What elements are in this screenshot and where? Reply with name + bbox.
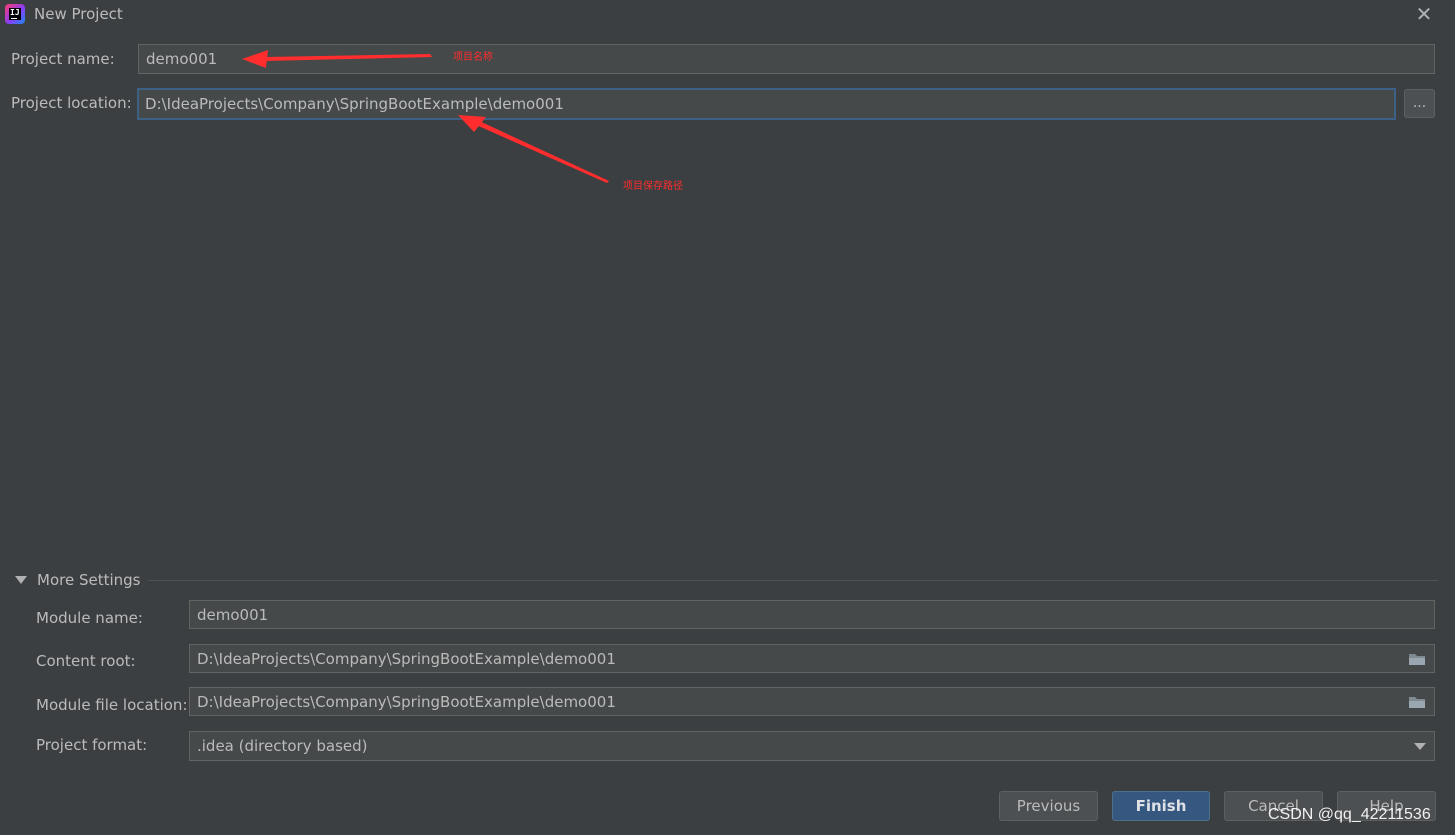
module-file-location-field[interactable]: D:\IdeaProjects\Company\SpringBootExampl… [189, 687, 1435, 716]
more-settings-divider [148, 580, 1438, 581]
content-root-label: Content root: [36, 652, 136, 670]
project-format-label: Project format: [36, 736, 148, 754]
previous-button[interactable]: Previous [999, 791, 1098, 821]
name-annotation-text: 项目名称 [453, 52, 493, 63]
module-name-label: Module name: [36, 609, 143, 627]
location-annotation-text: 项目保存路径 [623, 181, 683, 192]
location-annotation-arrow [458, 115, 609, 183]
more-settings-header[interactable]: More Settings [37, 571, 140, 589]
project-format-value: .idea (directory based) [197, 737, 368, 755]
name-annotation-arrow [242, 50, 432, 68]
module-file-location-value: D:\IdeaProjects\Company\SpringBootExampl… [197, 692, 616, 711]
module-name-field[interactable]: demo001 [189, 600, 1435, 629]
chevron-down-icon[interactable] [1414, 743, 1426, 750]
folder-icon[interactable] [1408, 652, 1426, 666]
folder-icon[interactable] [1408, 695, 1426, 709]
project-format-select[interactable]: .idea (directory based) [189, 731, 1435, 761]
module-name-value: demo001 [197, 605, 269, 624]
csdn-watermark: CSDN @qq_42211536 [1268, 806, 1431, 823]
triangle-down-icon [15, 576, 27, 584]
content-root-field[interactable]: D:\IdeaProjects\Company\SpringBootExampl… [189, 644, 1435, 673]
finish-button[interactable]: Finish [1112, 791, 1210, 821]
module-file-location-label: Module file location: [36, 696, 188, 714]
content-root-value: D:\IdeaProjects\Company\SpringBootExampl… [197, 649, 616, 668]
